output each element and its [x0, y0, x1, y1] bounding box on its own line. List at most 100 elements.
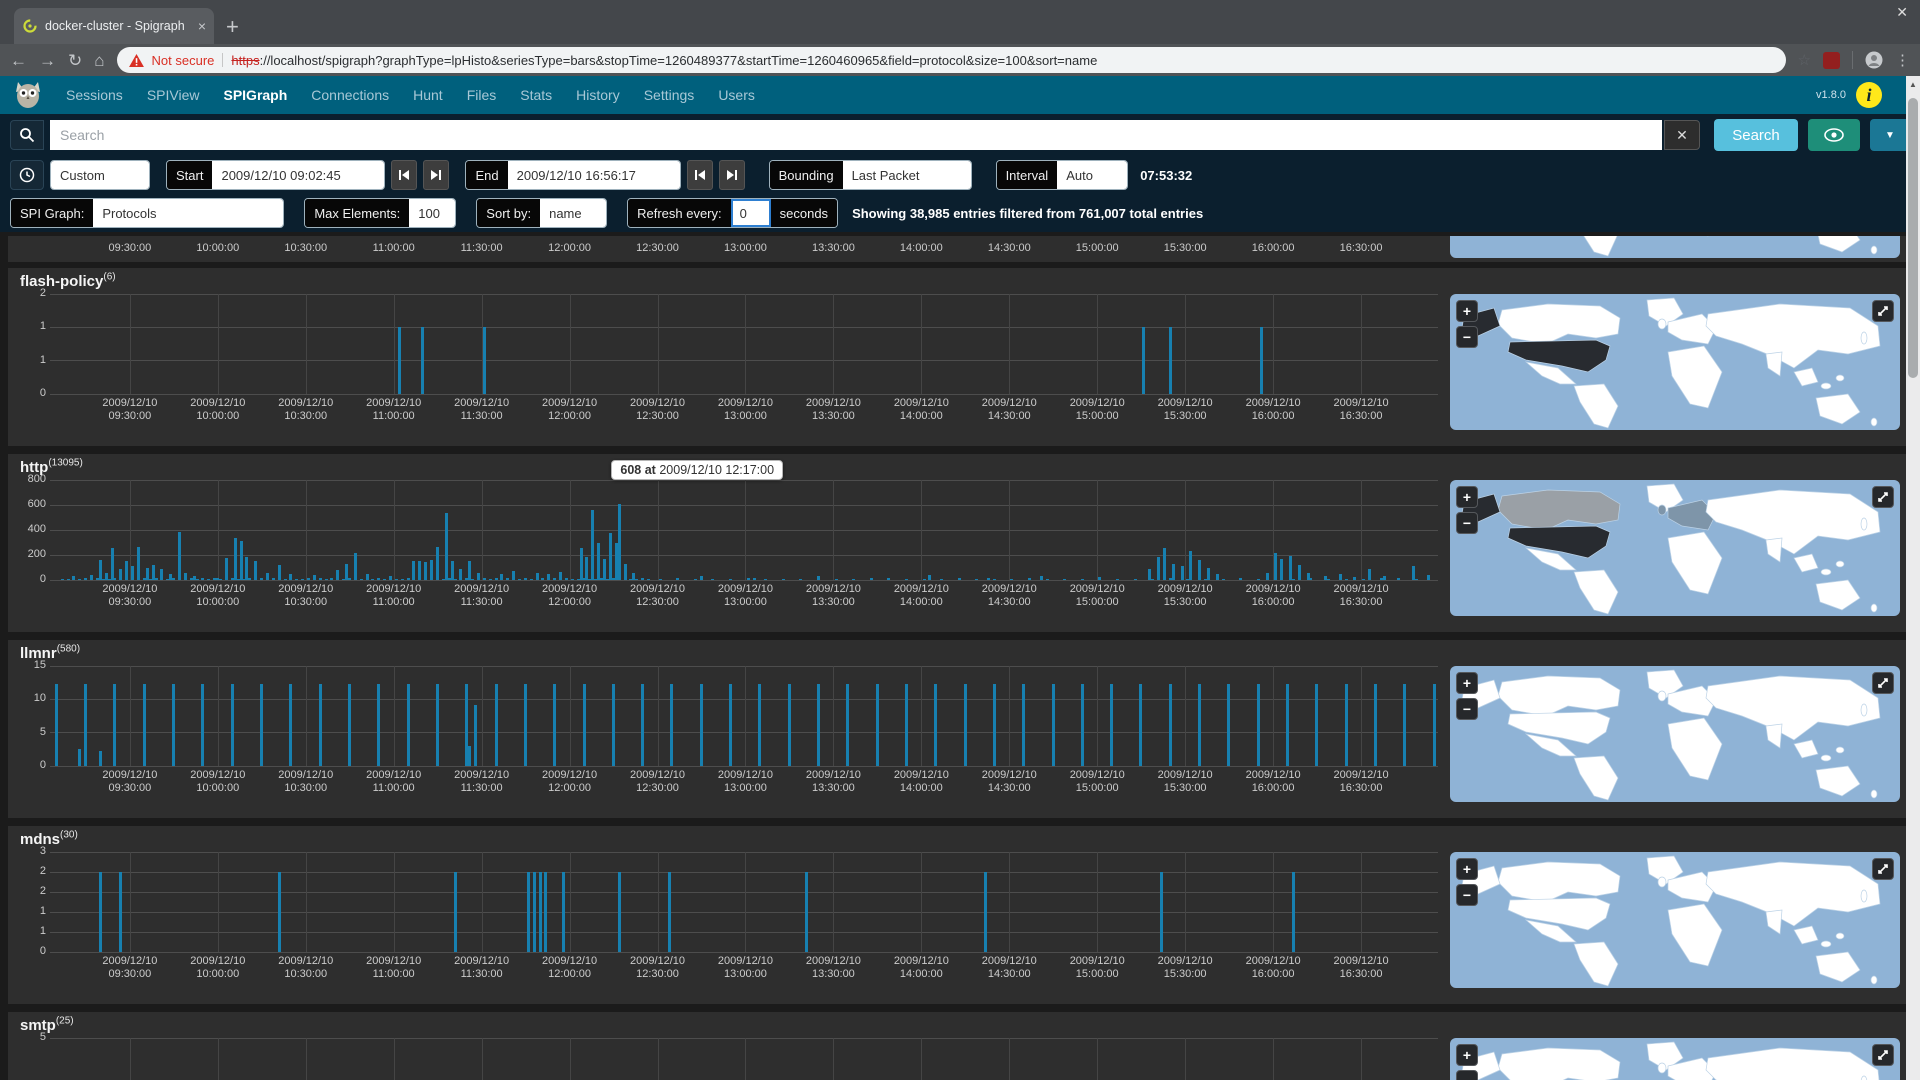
- eye-view-button[interactable]: [1808, 119, 1860, 151]
- window-close-button[interactable]: ✕: [1896, 4, 1908, 21]
- geo-map[interactable]: +−: [1450, 1038, 1900, 1080]
- nav-item-spiview[interactable]: SPIView: [147, 87, 200, 103]
- geo-map[interactable]: +−: [1450, 294, 1900, 430]
- scrollbar-thumb[interactable]: [1908, 98, 1918, 378]
- axis-tick-label: 2009/12/1013:00:00: [718, 583, 773, 609]
- security-status[interactable]: Not secure: [152, 53, 215, 68]
- search-button[interactable]: Search: [1714, 119, 1798, 151]
- gridline: [833, 666, 834, 766]
- bar: [1374, 684, 1377, 766]
- sort-by-select[interactable]: name: [540, 199, 606, 227]
- bar: [585, 557, 588, 580]
- nav-item-sessions[interactable]: Sessions: [66, 87, 123, 103]
- skip-to-end-button[interactable]: [719, 160, 745, 190]
- skip-to-start-button[interactable]: [687, 160, 713, 190]
- plot-area[interactable]: 5: [50, 1038, 1438, 1080]
- map-expand-icon[interactable]: [1872, 486, 1894, 508]
- bar: [700, 684, 703, 766]
- axis-tick-label: 2009/12/1010:30:00: [278, 397, 333, 423]
- skip-to-end-button[interactable]: [423, 160, 449, 190]
- max-elements-input[interactable]: 100: [409, 199, 455, 227]
- nav-item-settings[interactable]: Settings: [644, 87, 695, 103]
- map-zoom-out-button[interactable]: −: [1456, 326, 1478, 348]
- map-zoom-out-button[interactable]: −: [1456, 698, 1478, 720]
- forward-icon[interactable]: →: [39, 52, 56, 69]
- refresh-label: Refresh every:: [628, 199, 731, 227]
- start-time-input[interactable]: 2009/12/10 09:02:45: [212, 161, 384, 189]
- bounding-select[interactable]: Last Packet: [843, 161, 971, 189]
- axis-tick-label: 13:30:00: [812, 242, 855, 255]
- map-zoom-out-button[interactable]: −: [1456, 1070, 1478, 1080]
- home-icon[interactable]: ⌂: [94, 52, 104, 69]
- map-zoom-in-button[interactable]: +: [1456, 858, 1478, 880]
- new-tab-button[interactable]: +: [226, 16, 239, 38]
- y-axis-tick-label: 200: [20, 548, 46, 560]
- bookmark-star-icon[interactable]: ☆: [1798, 51, 1811, 69]
- browser-menu-icon[interactable]: ⋮: [1895, 51, 1910, 69]
- tab-close-icon[interactable]: ×: [198, 18, 206, 34]
- plot-area[interactable]: 8006004002000608 at 2009/12/10 12:17:00: [50, 480, 1438, 580]
- time-settings-clock-icon[interactable]: [10, 160, 44, 190]
- map-cell: +−: [1438, 480, 1900, 612]
- map-expand-icon[interactable]: [1872, 672, 1894, 694]
- bar: [533, 872, 536, 952]
- plot-area[interactable]: 151050: [50, 666, 1438, 766]
- actions-dropdown-button[interactable]: ▼: [1870, 119, 1910, 151]
- map-expand-icon[interactable]: [1872, 1044, 1894, 1066]
- plot-area[interactable]: 2110: [50, 294, 1438, 394]
- profile-avatar-icon[interactable]: [1865, 51, 1883, 69]
- url-text[interactable]: https://localhost/spigraph?graphType=lpH…: [231, 53, 1097, 68]
- map-zoom-in-button[interactable]: +: [1456, 672, 1478, 694]
- info-icon[interactable]: i: [1856, 82, 1882, 108]
- gridline: [921, 666, 922, 766]
- map-zoom-out-button[interactable]: −: [1456, 884, 1478, 906]
- map-zoom-in-button[interactable]: +: [1456, 1044, 1478, 1066]
- nav-item-spigraph[interactable]: SPIGraph: [223, 87, 287, 103]
- gridline: [1273, 1038, 1274, 1080]
- reload-icon[interactable]: ↻: [68, 52, 82, 69]
- back-icon[interactable]: ←: [10, 52, 27, 69]
- nav-item-history[interactable]: History: [576, 87, 620, 103]
- bar: [993, 684, 996, 766]
- nav-item-files[interactable]: Files: [467, 87, 497, 103]
- nav-item-users[interactable]: Users: [718, 87, 755, 103]
- geo-map[interactable]: +−: [1450, 666, 1900, 802]
- gridline: [1273, 852, 1274, 952]
- time-range-select[interactable]: Custom: [50, 160, 150, 190]
- nav-item-hunt[interactable]: Hunt: [413, 87, 443, 103]
- geo-map[interactable]: +−: [1450, 852, 1900, 988]
- nav-item-stats[interactable]: Stats: [520, 87, 552, 103]
- geo-map[interactable]: +−: [1450, 480, 1900, 616]
- axis-tick-label: 2009/12/1015:00:00: [1070, 955, 1125, 981]
- nav-item-connections[interactable]: Connections: [311, 87, 389, 103]
- bar: [184, 573, 187, 581]
- axis-tick-label: 2009/12/1014:00:00: [894, 397, 949, 423]
- y-axis-tick-label: 0: [20, 573, 46, 585]
- clear-search-icon[interactable]: ✕: [1664, 120, 1700, 150]
- search-input[interactable]: [50, 120, 1662, 150]
- map-zoom-in-button[interactable]: +: [1456, 486, 1478, 508]
- map-zoom-out-button[interactable]: −: [1456, 512, 1478, 534]
- extension-icon[interactable]: [1823, 52, 1840, 69]
- tab-title: docker-cluster - Spigraph: [45, 19, 191, 33]
- map-expand-icon[interactable]: [1872, 858, 1894, 880]
- axis-tick-label: 2009/12/1011:00:00: [366, 769, 421, 795]
- skip-to-start-button[interactable]: [391, 160, 417, 190]
- address-bar[interactable]: Not secure https://localhost/spigraph?gr…: [117, 47, 1786, 73]
- plot-area[interactable]: 322110: [50, 852, 1438, 952]
- axis-tick-label: 2009/12/1012:30:00: [630, 769, 685, 795]
- map-zoom-in-button[interactable]: +: [1456, 300, 1478, 322]
- scrollbar-up-icon[interactable]: ▲: [1906, 76, 1920, 89]
- max-elements-label: Max Elements:: [305, 199, 409, 227]
- gridline: [570, 1038, 571, 1080]
- interval-select[interactable]: Auto: [1057, 161, 1127, 189]
- page-scrollbar[interactable]: ▲: [1906, 76, 1920, 1080]
- axis-tick-label: 2009/12/1016:00:00: [1246, 769, 1301, 795]
- end-time-input[interactable]: 2009/12/10 16:56:17: [508, 161, 680, 189]
- gridline: [1097, 1038, 1098, 1080]
- geo-map-partial[interactable]: [1450, 236, 1900, 258]
- map-expand-icon[interactable]: [1872, 300, 1894, 322]
- browser-tab[interactable]: docker-cluster - Spigraph ×: [14, 8, 214, 44]
- spi-graph-field-select[interactable]: Protocols: [93, 199, 283, 227]
- refresh-input[interactable]: 0: [731, 199, 771, 227]
